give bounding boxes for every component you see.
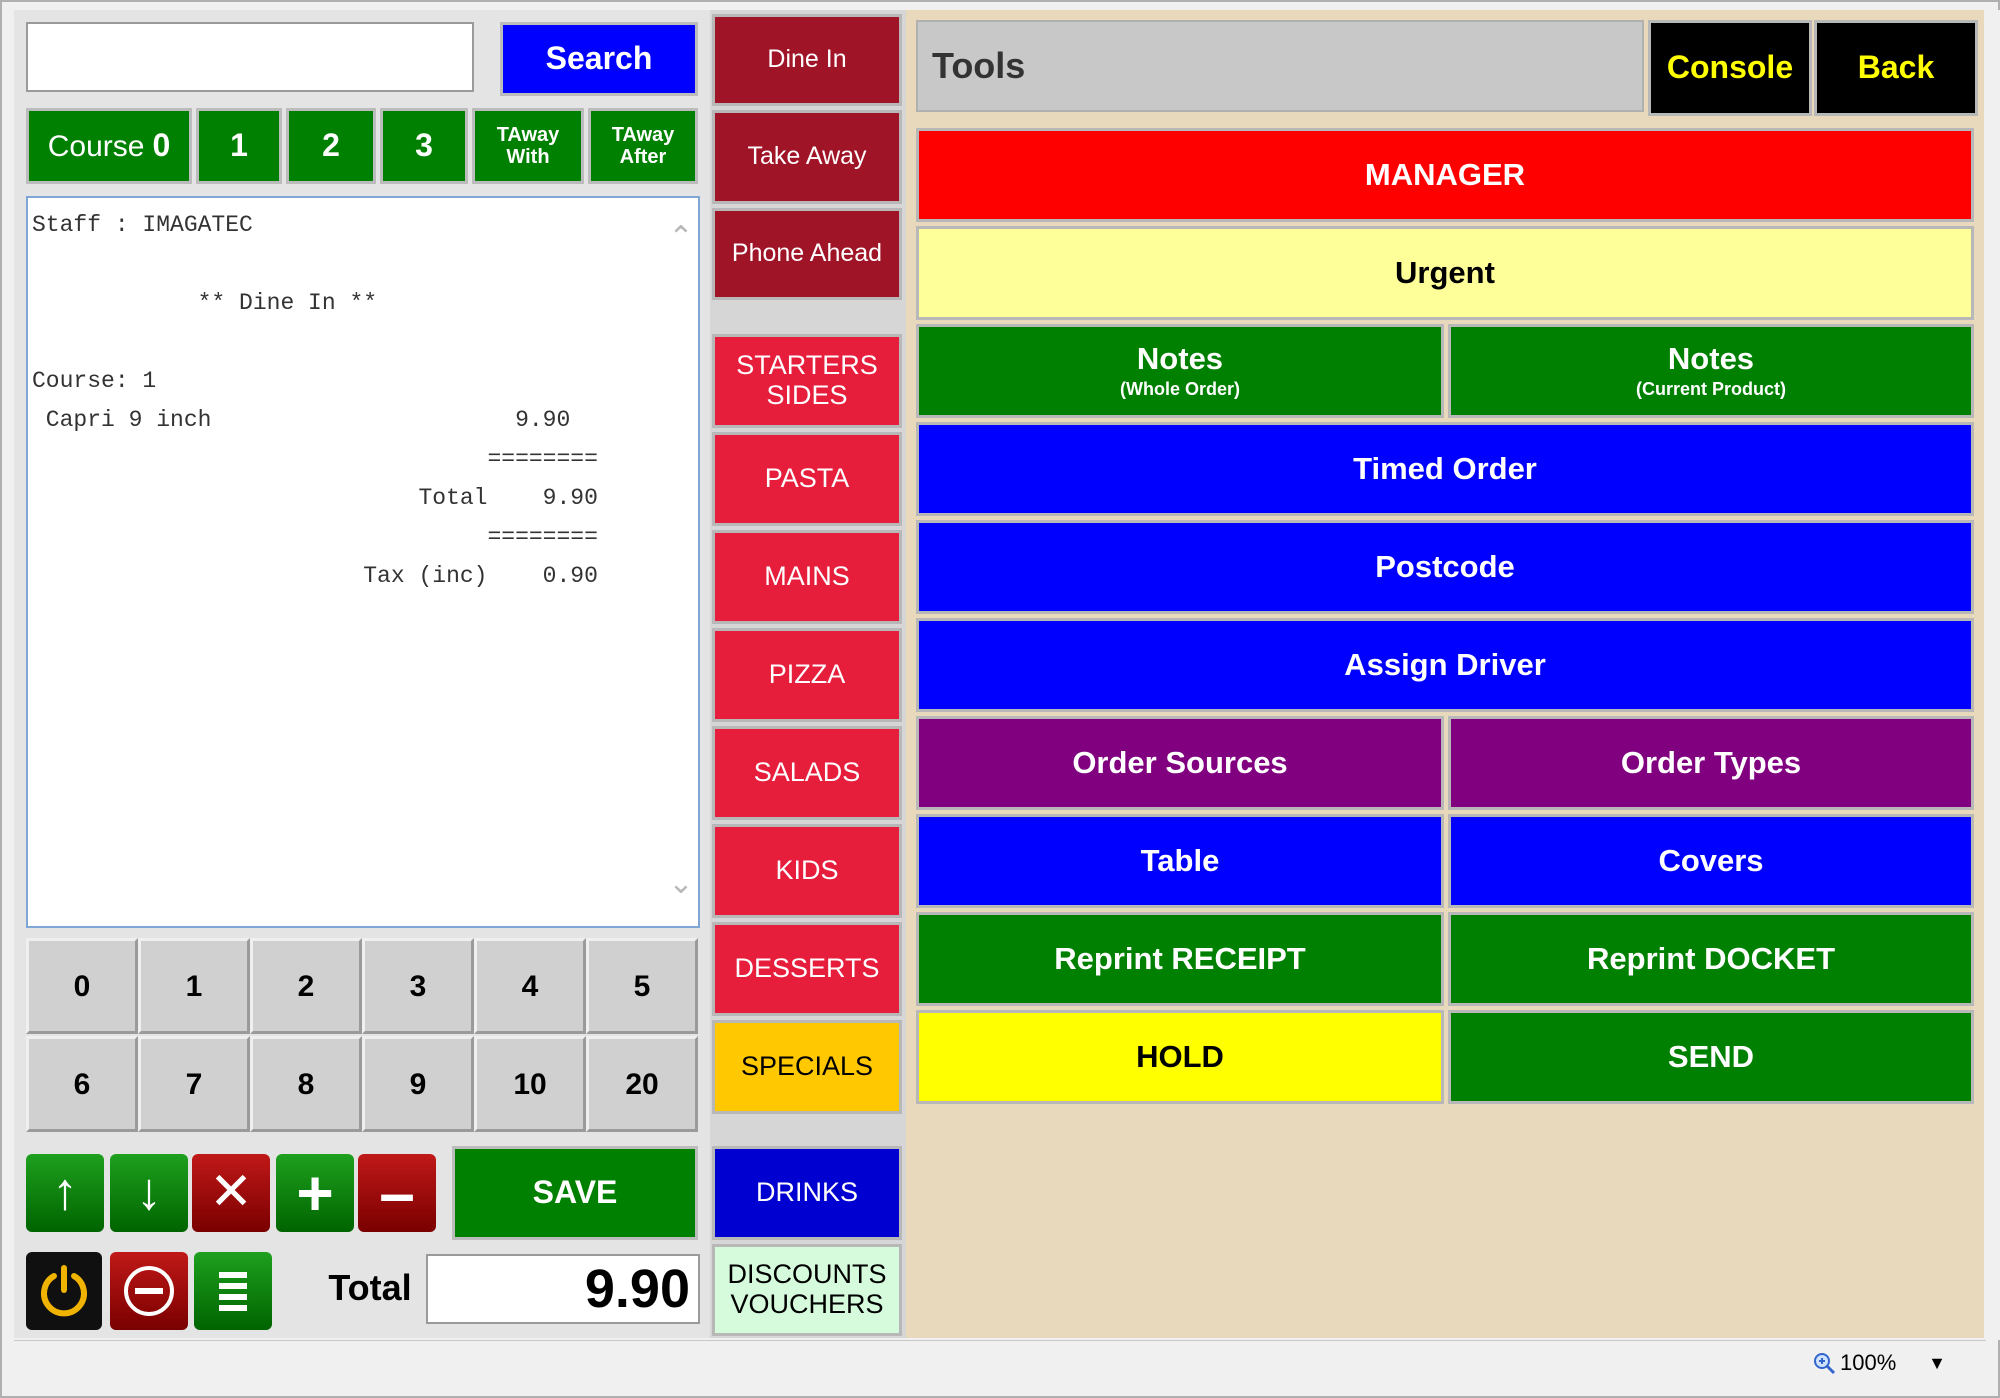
course-3-button[interactable]: 3 bbox=[380, 108, 468, 184]
window-edge bbox=[1986, 10, 2000, 1340]
keypad-0[interactable]: 0 bbox=[26, 938, 138, 1034]
keypad-10[interactable]: 10 bbox=[474, 1036, 586, 1132]
keypad-2[interactable]: 2 bbox=[250, 938, 362, 1034]
keypad-3[interactable]: 3 bbox=[362, 938, 474, 1034]
table-button[interactable]: Table bbox=[916, 814, 1444, 908]
keypad-20[interactable]: 20 bbox=[586, 1036, 698, 1132]
dine-in-button[interactable]: Dine In bbox=[712, 14, 902, 106]
keypad-5[interactable]: 5 bbox=[586, 938, 698, 1034]
category-starters-sides[interactable]: STARTERS SIDES bbox=[712, 334, 902, 428]
category-mains[interactable]: MAINS bbox=[712, 530, 902, 624]
void-button[interactable] bbox=[110, 1252, 188, 1330]
increase-quantity-button[interactable]: + bbox=[276, 1154, 354, 1232]
receipt-scrollbar[interactable]: ⌃ ⌄ bbox=[664, 200, 698, 924]
take-away-button[interactable]: Take Away bbox=[712, 110, 902, 204]
category-drinks[interactable]: DRINKS bbox=[712, 1146, 902, 1240]
category-desserts[interactable]: DESSERTS bbox=[712, 922, 902, 1016]
notes-current-label: Notes bbox=[1667, 341, 1755, 377]
search-button[interactable]: Search bbox=[500, 22, 698, 96]
back-button[interactable]: Back bbox=[1814, 20, 1978, 116]
category-pizza[interactable]: PIZZA bbox=[712, 628, 902, 722]
keypad-4[interactable]: 4 bbox=[474, 938, 586, 1034]
order-types-button[interactable]: Order Types bbox=[1448, 716, 1974, 810]
plus-icon: + bbox=[296, 1156, 334, 1229]
category-specials[interactable]: SPECIALS bbox=[712, 1020, 902, 1114]
move-up-button[interactable]: ↑ bbox=[26, 1154, 104, 1232]
console-button[interactable]: Console bbox=[1648, 20, 1812, 116]
category-discounts-line1: DISCOUNTS bbox=[727, 1259, 887, 1290]
notes-whole-sublabel: (Whole Order) bbox=[1120, 379, 1240, 400]
decrease-quantity-button[interactable]: – bbox=[358, 1154, 436, 1232]
course-2-button[interactable]: 2 bbox=[286, 108, 376, 184]
taway-after-line1: TAway bbox=[611, 124, 675, 146]
close-icon: ✕ bbox=[209, 1163, 253, 1222]
tools-title: Tools bbox=[916, 20, 1644, 112]
notes-whole-order-button[interactable]: Notes (Whole Order) bbox=[916, 324, 1444, 418]
assign-driver-button[interactable]: Assign Driver bbox=[916, 618, 1974, 712]
status-bar bbox=[14, 1340, 1986, 1386]
taway-with-line1: TAway bbox=[496, 124, 560, 146]
timed-order-button[interactable]: Timed Order bbox=[916, 422, 1974, 516]
reprint-docket-button[interactable]: Reprint DOCKET bbox=[1448, 912, 1974, 1006]
zoom-level: 100% bbox=[1840, 1350, 1897, 1375]
taway-with-line2: With bbox=[506, 146, 550, 168]
keypad-1[interactable]: 1 bbox=[138, 938, 250, 1034]
menu-button[interactable] bbox=[194, 1252, 272, 1330]
keypad-8[interactable]: 8 bbox=[250, 1036, 362, 1132]
list-icon bbox=[219, 1272, 247, 1311]
hold-button[interactable]: HOLD bbox=[916, 1010, 1444, 1104]
zoom-icon bbox=[1814, 1353, 1836, 1375]
category-discounts-line2: VOUCHERS bbox=[730, 1289, 884, 1319]
course-label: Course bbox=[47, 129, 145, 163]
arrow-down-icon: ↓ bbox=[136, 1163, 162, 1222]
keypad-9[interactable]: 9 bbox=[362, 1036, 474, 1132]
course-0-button[interactable]: Course 0 bbox=[26, 108, 192, 184]
scroll-up-icon[interactable]: ⌃ bbox=[664, 220, 698, 254]
phone-ahead-button[interactable]: Phone Ahead bbox=[712, 208, 902, 300]
notes-whole-label: Notes bbox=[1136, 341, 1224, 377]
taway-after-button[interactable]: TAway After bbox=[588, 108, 698, 184]
receipt-text: Staff : IMAGATEC ** Dine In ** Course: 1… bbox=[32, 212, 598, 589]
notes-current-product-button[interactable]: Notes (Current Product) bbox=[1448, 324, 1974, 418]
notes-current-sublabel: (Current Product) bbox=[1636, 379, 1786, 400]
move-down-button[interactable]: ↓ bbox=[110, 1154, 188, 1232]
category-kids[interactable]: KIDS bbox=[712, 824, 902, 918]
taway-with-button[interactable]: TAway With bbox=[472, 108, 584, 184]
postcode-button[interactable]: Postcode bbox=[916, 520, 1974, 614]
minus-icon: – bbox=[379, 1156, 415, 1229]
order-sources-button[interactable]: Order Sources bbox=[916, 716, 1444, 810]
category-pasta[interactable]: PASTA bbox=[712, 432, 902, 526]
chevron-down-icon[interactable]: ▼ bbox=[1924, 1346, 1950, 1380]
manager-button[interactable]: MANAGER bbox=[916, 128, 1974, 222]
covers-button[interactable]: Covers bbox=[1448, 814, 1974, 908]
search-input[interactable] bbox=[26, 22, 474, 92]
category-salads[interactable]: SALADS bbox=[712, 726, 902, 820]
taway-after-line2: After bbox=[619, 146, 667, 168]
urgent-button[interactable]: Urgent bbox=[916, 226, 1974, 320]
arrow-up-icon: ↑ bbox=[52, 1163, 78, 1222]
send-button[interactable]: SEND bbox=[1448, 1010, 1974, 1104]
delete-item-button[interactable]: ✕ bbox=[192, 1154, 270, 1232]
keypad-7[interactable]: 7 bbox=[138, 1036, 250, 1132]
total-value: 9.90 bbox=[426, 1254, 700, 1324]
category-starters-line2: SIDES bbox=[766, 380, 848, 410]
save-button[interactable]: SAVE bbox=[452, 1146, 698, 1240]
category-discounts-vouchers[interactable]: DISCOUNTS VOUCHERS bbox=[712, 1244, 902, 1336]
power-button[interactable] bbox=[26, 1252, 102, 1330]
scroll-down-icon[interactable]: ⌄ bbox=[664, 866, 698, 900]
power-icon bbox=[41, 1265, 87, 1317]
reprint-receipt-button[interactable]: Reprint RECEIPT bbox=[916, 912, 1444, 1006]
total-label: Total bbox=[328, 1267, 412, 1308]
category-starters-line1: STARTERS bbox=[736, 350, 878, 381]
course-number: 0 bbox=[152, 127, 171, 164]
keypad-6[interactable]: 6 bbox=[26, 1036, 138, 1132]
no-entry-icon bbox=[124, 1266, 174, 1316]
course-1-button[interactable]: 1 bbox=[196, 108, 282, 184]
